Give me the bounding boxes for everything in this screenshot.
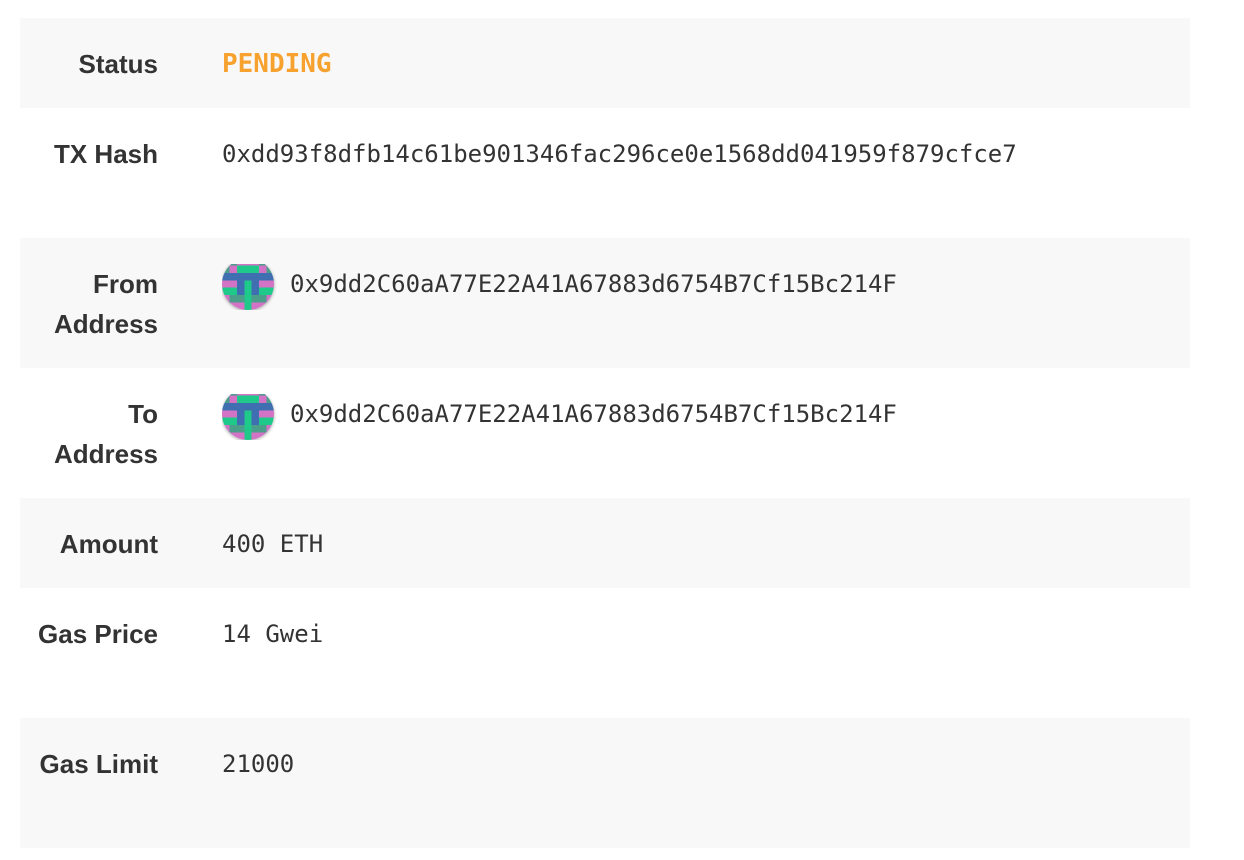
gas-price-value: 14 Gwei [222, 620, 324, 648]
gas-limit-value: 21000 [222, 750, 295, 778]
status-row: Status PENDING [20, 18, 1190, 108]
to-address-value-wrap: 0x9dd2C60aA77E22A41A67883d6754B7Cf15Bc21… [222, 394, 1190, 440]
amount-row: Amount 400 ETH [20, 498, 1190, 588]
amount-label: Amount [59, 529, 158, 559]
status-value: PENDING [222, 49, 332, 79]
gas-price-label: Gas Price [38, 619, 158, 649]
identicon-avatar [222, 264, 274, 310]
transaction-details-table: Status PENDING TX Hash 0xdd93f8dfb14c61b… [20, 18, 1190, 848]
to-address-row: To Address 0x9dd2C60aA77E22A41A67883d675… [20, 368, 1190, 498]
from-address-label: From Address [53, 269, 158, 339]
to-address-label: To Address [53, 399, 158, 469]
tx-hash-label: TX Hash [53, 139, 158, 169]
identicon-avatar [222, 394, 274, 440]
tx-hash-row: TX Hash 0xdd93f8dfb14c61be901346fac296ce… [20, 108, 1190, 238]
from-address-value-wrap: 0x9dd2C60aA77E22A41A67883d6754B7Cf15Bc21… [222, 264, 1190, 310]
to-address-value[interactable]: 0x9dd2C60aA77E22A41A67883d6754B7Cf15Bc21… [290, 394, 897, 434]
status-label: Status [78, 49, 158, 79]
gas-limit-row: Gas Limit 21000 [20, 718, 1190, 848]
gas-price-row: Gas Price 14 Gwei [20, 588, 1190, 718]
from-address-row: From Address 0x9dd2C60aA77E22A41A67883d6… [20, 238, 1190, 368]
amount-value: 400 ETH [222, 530, 324, 558]
tx-hash-value[interactable]: 0xdd93f8dfb14c61be901346fac296ce0e1568dd… [222, 134, 1190, 174]
from-address-value[interactable]: 0x9dd2C60aA77E22A41A67883d6754B7Cf15Bc21… [290, 264, 897, 304]
gas-limit-label: Gas Limit [39, 749, 158, 779]
